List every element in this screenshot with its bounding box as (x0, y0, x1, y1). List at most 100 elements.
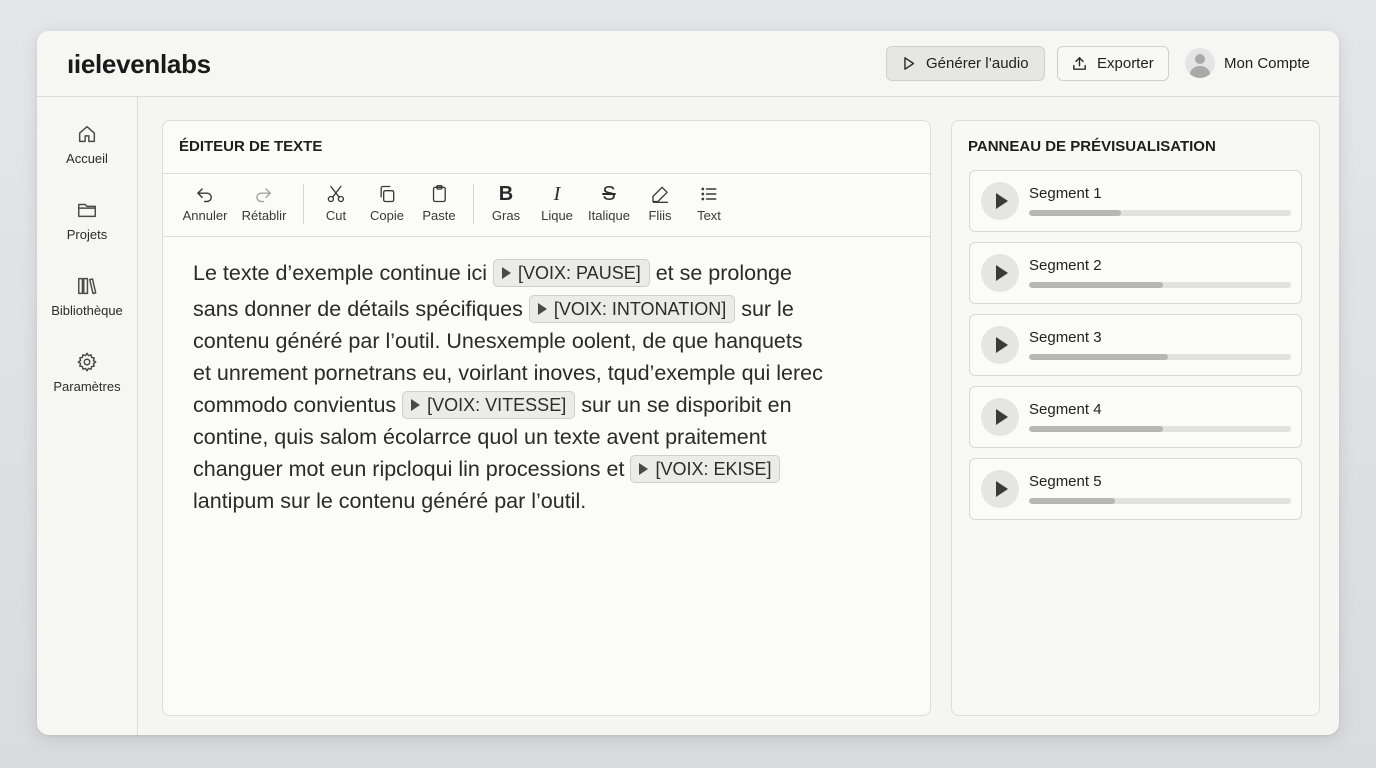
text-span: et unrement pornetrans eu, voirlant inov… (193, 361, 823, 385)
play-button[interactable] (981, 470, 1019, 508)
text-line: et unrement pornetrans eu, voirlant inov… (193, 357, 893, 389)
text-line: Le texte d’exemple continue ici [VOIX: P… (193, 257, 893, 289)
tool-label: Paste (422, 208, 456, 223)
text-span: sans donner de détails spécifiques (193, 297, 523, 321)
voice-tag-label: [VOIX: INTONATION] (553, 299, 727, 319)
text-span: contenu généré par l’outil. Unesxemple o… (193, 329, 803, 353)
segment-label: Segment 4 (1029, 401, 1102, 418)
play-icon (411, 399, 421, 411)
segment-label: Segment 2 (1029, 257, 1102, 274)
segment-label: Segment 1 (1029, 185, 1102, 202)
segment-progress-bar[interactable] (1029, 282, 1291, 288)
segment-item[interactable]: Segment 5 (969, 458, 1302, 520)
tool-label: Copie (370, 208, 404, 223)
sidebar-item-bibliotheque[interactable]: Bibliothèque (37, 275, 137, 318)
folder-icon (78, 203, 96, 218)
segment-progress-fill (1029, 354, 1168, 360)
strikethrough-button[interactable]: S Italique (588, 184, 630, 223)
clipboard-icon (432, 185, 446, 203)
text-span: Le texte d’exemple continue ici (193, 261, 488, 285)
sidebar-item-label: Bibliothèque (51, 303, 123, 318)
toolbar-divider (303, 184, 304, 224)
app-window: ıielevenlabs Générer l’audio Exporter Mo… (37, 31, 1339, 735)
preview-panel: PANNEAU DE PRÉVISUALISATION Segment 1 Se… (951, 120, 1320, 716)
italic-icon: I (553, 183, 561, 205)
tool-label: Gras (491, 208, 521, 223)
redo-button[interactable]: Rétablir (241, 184, 287, 223)
bold-button[interactable]: B Gras (492, 184, 520, 223)
segment-progress-bar[interactable] (1029, 426, 1291, 432)
tool-label: Lique (541, 208, 573, 223)
text-span: sur un se disporibit en (581, 393, 792, 417)
voice-tag-label: [VOIX: PAUSE] (518, 263, 641, 283)
play-button[interactable] (981, 398, 1019, 436)
tool-label: Rétablir (241, 208, 287, 223)
list-icon (701, 187, 717, 201)
account-menu[interactable]: Mon Compte (1185, 48, 1310, 78)
tool-label: Annuler (182, 208, 228, 223)
highlight-button[interactable]: Fliis (648, 184, 672, 223)
voice-tag[interactable]: [VOIX: EKISE] (630, 455, 781, 483)
strikethrough-icon: S (602, 183, 616, 205)
text-line: lantipum sur le contenu généré par l’out… (193, 485, 893, 517)
copy-icon (380, 185, 395, 203)
italic-button[interactable]: I Lique (541, 184, 573, 223)
play-button[interactable] (981, 182, 1019, 220)
generate-audio-label: Générer l’audio (926, 55, 1029, 72)
scissors-icon (327, 185, 345, 203)
segment-progress-fill (1029, 498, 1116, 504)
sidebar-item-label: Accueil (66, 151, 108, 166)
cut-button[interactable]: Cut (326, 184, 346, 223)
voice-tag[interactable]: [VOIX: PAUSE] (493, 259, 650, 287)
text-line: changuer mot eun ripcloqui lin processio… (193, 453, 893, 485)
voice-tag-label: [VOIX: EKISE] (655, 459, 772, 479)
export-button[interactable]: Exporter (1057, 46, 1169, 81)
text-span: lantipum sur le contenu généré par l’out… (193, 489, 587, 513)
voice-tag[interactable]: [VOIX: INTONATION] (528, 295, 736, 323)
preview-title: PANNEAU DE PRÉVISUALISATION (968, 138, 1216, 155)
sidebar-item-accueil[interactable]: Accueil (37, 123, 137, 166)
editor-title: ÉDITEUR DE TEXTE (179, 138, 323, 155)
segment-label: Segment 3 (1029, 329, 1102, 346)
segment-item[interactable]: Segment 1 (969, 170, 1302, 232)
editor-text-area[interactable]: Le texte d’exemple continue ici [VOIX: P… (193, 257, 893, 517)
segment-item[interactable]: Segment 2 (969, 242, 1302, 304)
segment-item[interactable]: Segment 4 (969, 386, 1302, 448)
segment-label: Segment 5 (1029, 473, 1102, 490)
text-line: contenu généré par l’outil. Unesxemple o… (193, 325, 893, 357)
tool-label: Fliis (648, 208, 672, 223)
play-icon (537, 303, 547, 315)
undo-button[interactable]: Annuler (182, 184, 228, 223)
segment-progress-bar[interactable] (1029, 498, 1291, 504)
play-icon (639, 463, 649, 475)
list-button[interactable]: Text (697, 184, 721, 223)
paste-button[interactable]: Paste (422, 184, 456, 223)
export-label: Exporter (1097, 55, 1154, 72)
play-button[interactable] (981, 326, 1019, 364)
tool-label: Text (697, 208, 721, 223)
copy-button[interactable]: Copie (370, 184, 404, 223)
editor-toolbar: Annuler Rétablir Cut Copie Paste B Gras … (163, 173, 930, 237)
logo[interactable]: ıielevenlabs (67, 49, 211, 80)
generate-audio-button[interactable]: Générer l’audio (886, 46, 1045, 81)
sidebar-item-label: Paramètres (53, 379, 121, 394)
text-span: et se prolonge (655, 261, 792, 285)
text-line: sans donner de détails spécifiques [VOIX… (193, 293, 893, 325)
sidebar-item-parametres[interactable]: Paramètres (37, 351, 137, 394)
text-span: changuer mot eun ripcloqui lin processio… (193, 457, 625, 481)
account-label: Mon Compte (1224, 54, 1310, 72)
upload-icon (1073, 57, 1086, 70)
voice-tag[interactable]: [VOIX: VITESSE] (402, 391, 576, 419)
text-span: commodo convientus (193, 393, 397, 417)
tool-label: Italique (588, 208, 630, 223)
undo-icon (197, 188, 213, 203)
segment-progress-bar[interactable] (1029, 354, 1291, 360)
play-icon (904, 57, 915, 70)
segment-progress-bar[interactable] (1029, 210, 1291, 216)
pen-icon (651, 186, 668, 203)
sidebar-item-label: Projets (66, 227, 108, 242)
play-button[interactable] (981, 254, 1019, 292)
sidebar-item-projets[interactable]: Projets (37, 199, 137, 242)
segment-progress-fill (1029, 426, 1163, 432)
segment-item[interactable]: Segment 3 (969, 314, 1302, 376)
